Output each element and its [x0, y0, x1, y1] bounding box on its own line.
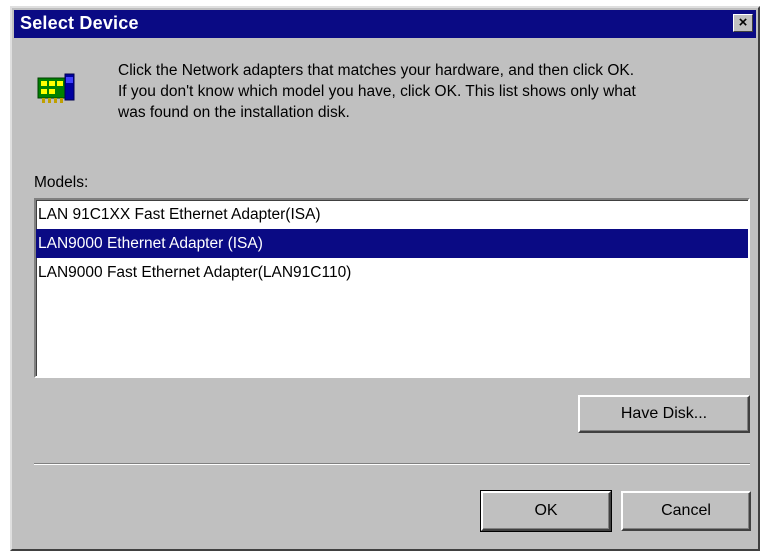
network-adapter-icon: [37, 73, 75, 103]
select-device-dialog: Select Device × Click the Network adapte…: [10, 6, 760, 551]
models-listbox[interactable]: LAN 91C1XX Fast Ethernet Adapter(ISA) LA…: [34, 198, 750, 378]
have-disk-button[interactable]: Have Disk...: [578, 395, 750, 433]
close-button[interactable]: ×: [733, 14, 753, 32]
ok-button[interactable]: OK: [480, 490, 612, 532]
models-label: Models:: [34, 174, 89, 191]
dialog-title: Select Device: [20, 13, 139, 33]
separator: [34, 463, 750, 465]
close-icon: ×: [738, 14, 748, 31]
model-item[interactable]: LAN9000 Fast Ethernet Adapter(LAN91C110): [36, 258, 748, 287]
instructions-line-2: If you don't know which model you have, …: [118, 83, 636, 100]
title-bar[interactable]: Select Device ×: [14, 10, 756, 38]
instructions-line-1: Click the Network adapters that matches …: [118, 62, 635, 79]
cancel-button[interactable]: Cancel: [621, 491, 751, 531]
model-item[interactable]: LAN 91C1XX Fast Ethernet Adapter(ISA): [36, 200, 748, 229]
instructions-text: Click the Network adapters that matches …: [118, 60, 738, 123]
model-item-selected[interactable]: LAN9000 Ethernet Adapter (ISA): [36, 229, 748, 258]
instructions-line-3: was found on the installation disk.: [118, 104, 350, 121]
